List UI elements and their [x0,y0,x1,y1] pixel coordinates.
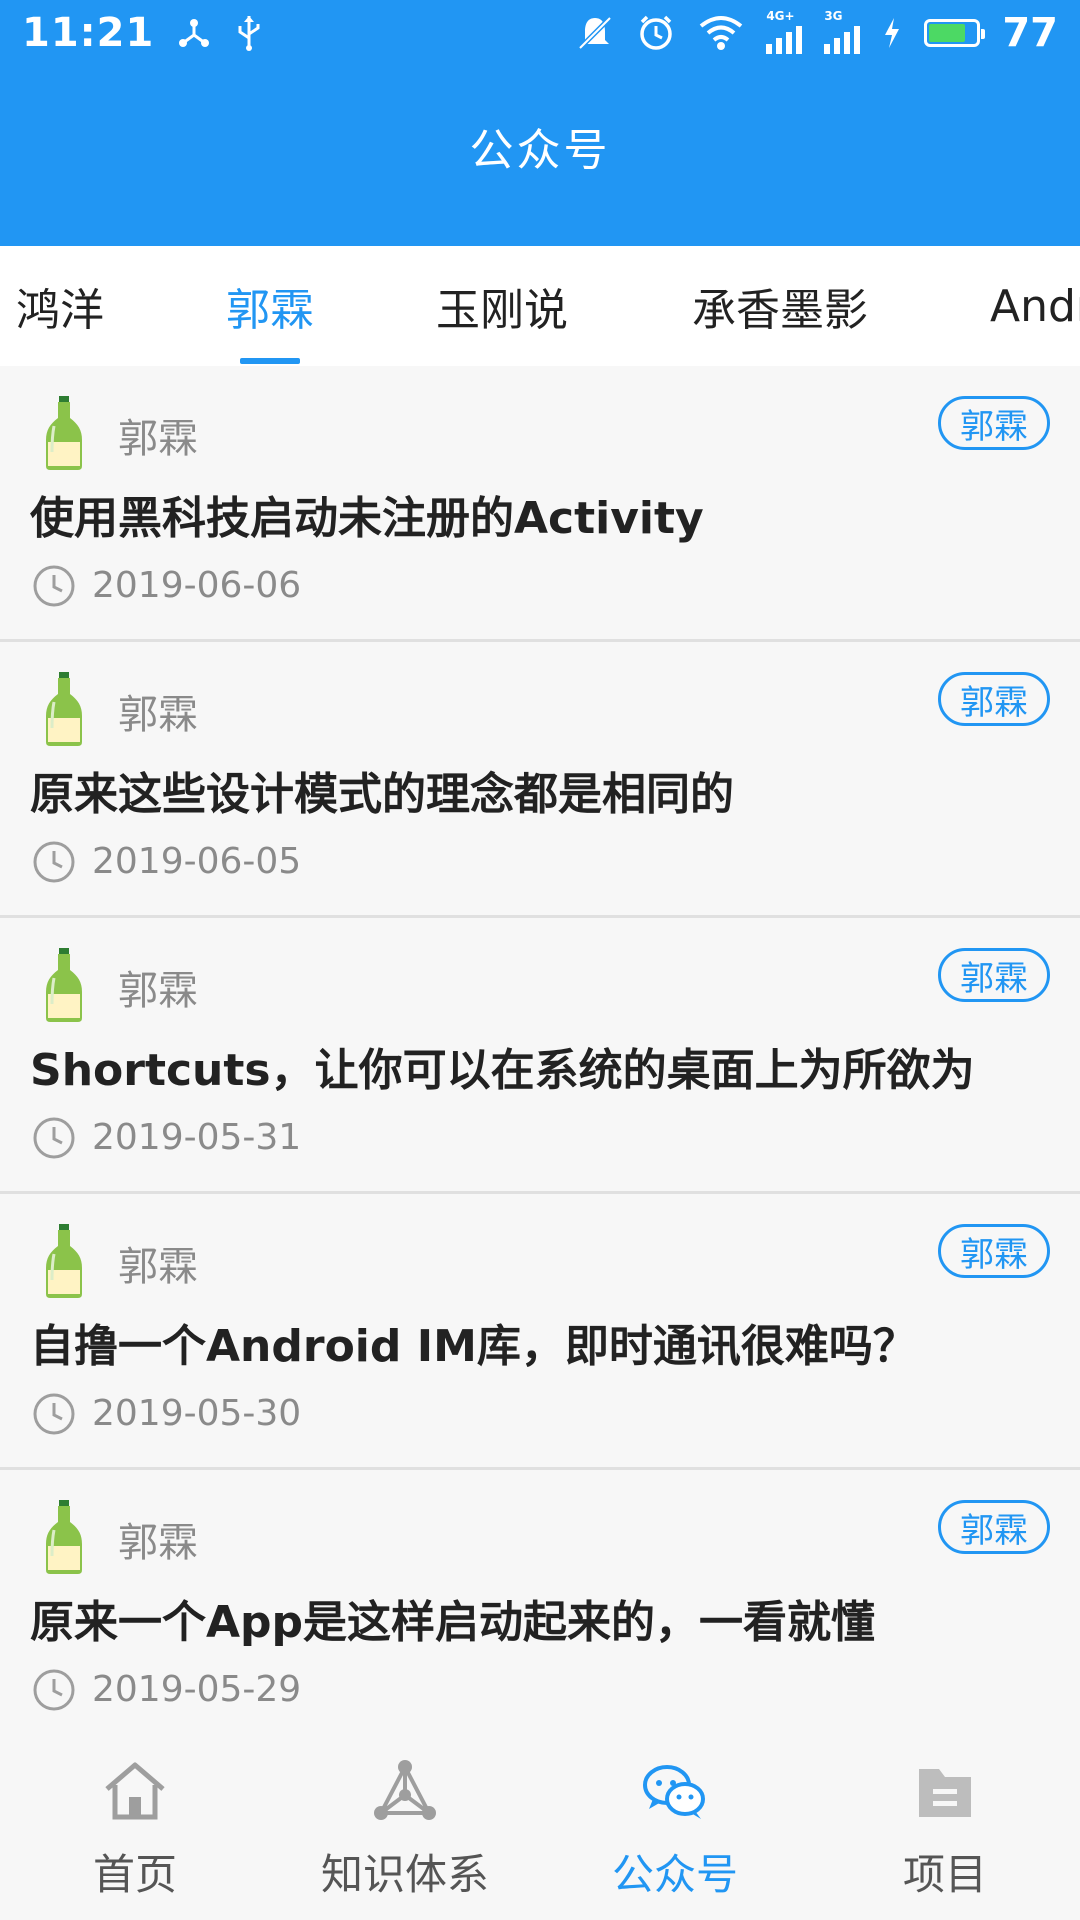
battery-fill [929,24,965,42]
article-card[interactable]: 郭霖 郭霖 原来这些设计模式的理念都是相同的 2019-06-05 [0,642,1080,918]
tab-android[interactable]: Andr [990,246,1080,366]
nav-wechat[interactable]: 公众号 [540,1740,810,1920]
clock-icon [33,1669,75,1711]
nav-knowledge[interactable]: 知识体系 [270,1740,540,1920]
tab-label: 鸿洋 [16,285,104,336]
article-title[interactable]: 使用黑科技启动未注册的Activity [30,482,704,546]
wifi-icon [698,14,744,52]
folder-icon [919,1769,971,1817]
article-title[interactable]: 原来这些设计模式的理念都是相同的 [30,758,734,822]
tab-chengxiangmoying[interactable]: 承香墨影 [692,246,868,366]
mute-icon [576,14,614,52]
battery-percent: 77 [1002,10,1058,56]
clock-icon [33,1393,75,1435]
app-toolbar: 公众号 [0,66,1080,246]
article-list[interactable]: 郭霖 郭霖 使用黑科技启动未注册的Activity 2019-06-06 郭霖 … [0,366,1080,1746]
battery-icon [924,19,986,47]
nav-label: 项目 [902,1850,987,1899]
bottom-navigation: 首页 知识体系 公众号 项目 [0,1740,1080,1920]
article-author: 郭霖 [118,1520,198,1566]
tab-label: 承香墨影 [692,285,868,336]
article-date: 2019-05-29 [92,1669,302,1710]
signal-icon: 4G+ [766,10,803,54]
usb-share-icon [176,15,212,51]
tab-label: Andr [990,280,1080,332]
article-tag-chip[interactable]: 郭霖 [938,396,1050,450]
alarm-icon [636,13,676,53]
tab-indicator [240,358,300,364]
clock-icon [33,565,75,607]
article-author: 郭霖 [118,692,198,738]
nav-projects[interactable]: 项目 [810,1740,1080,1920]
wechat-icon [643,1765,705,1819]
article-author: 郭霖 [118,416,198,462]
article-card[interactable]: 郭霖 郭霖 原来一个App是这样启动起来的，一看就懂 2019-05-29 [0,1470,1080,1746]
article-date: 2019-06-06 [92,565,302,606]
bottle-avatar-icon [46,948,82,1022]
article-tag-chip[interactable]: 郭霖 [938,948,1050,1002]
bottle-avatar-icon [46,1500,82,1574]
bottle-avatar-icon [46,1224,82,1298]
nav-label: 知识体系 [320,1850,489,1899]
article-title[interactable]: Shortcuts，让你可以在系统的桌面上为所欲为 [30,1034,975,1098]
bottle-avatar-icon [46,672,82,746]
home-icon [105,1762,165,1820]
article-date: 2019-06-05 [92,841,302,882]
article-author: 郭霖 [118,968,198,1014]
article-card[interactable]: 郭霖 郭霖 使用黑科技启动未注册的Activity 2019-06-06 [0,366,1080,642]
tab-hongyang[interactable]: 鸿洋 [16,246,104,366]
tab-label: 郭霖 [226,285,314,336]
nav-label: 公众号 [611,1850,738,1899]
tab-yugangshuo[interactable]: 玉刚说 [436,246,568,366]
article-date: 2019-05-30 [92,1393,302,1434]
tree-icon [374,1760,436,1820]
article-author: 郭霖 [118,1244,198,1290]
tab-label: 玉刚说 [436,285,568,336]
status-time: 11:21 [22,10,155,56]
tab-guolin[interactable]: 郭霖 [226,246,314,366]
article-tag-chip[interactable]: 郭霖 [938,1224,1050,1278]
article-title[interactable]: 原来一个App是这样启动起来的，一看就懂 [30,1586,875,1650]
nav-home[interactable]: 首页 [0,1740,270,1920]
usb-icon [234,14,264,52]
bottle-avatar-icon [46,396,82,470]
article-tag-chip[interactable]: 郭霖 [938,1500,1050,1554]
status-bar: 11:21 4G+ 3G 77 [0,0,1080,66]
charging-icon [882,16,902,50]
signal-icon-2: 3G [824,10,861,54]
article-title[interactable]: 自撸一个Android IM库，即时通讯很难吗？ [30,1310,917,1374]
page-title: 公众号 [469,125,611,176]
clock-icon [33,1117,75,1159]
article-date: 2019-05-31 [92,1117,302,1158]
tab-bar: 鸿洋 郭霖 玉刚说 承香墨影 Andr [0,246,1080,366]
article-card[interactable]: 郭霖 郭霖 Shortcuts，让你可以在系统的桌面上为所欲为 2019-05-… [0,918,1080,1194]
nav-label: 首页 [92,1850,177,1899]
article-tag-chip[interactable]: 郭霖 [938,672,1050,726]
article-card[interactable]: 郭霖 郭霖 自撸一个Android IM库，即时通讯很难吗？ 2019-05-3… [0,1194,1080,1470]
clock-icon [33,841,75,883]
